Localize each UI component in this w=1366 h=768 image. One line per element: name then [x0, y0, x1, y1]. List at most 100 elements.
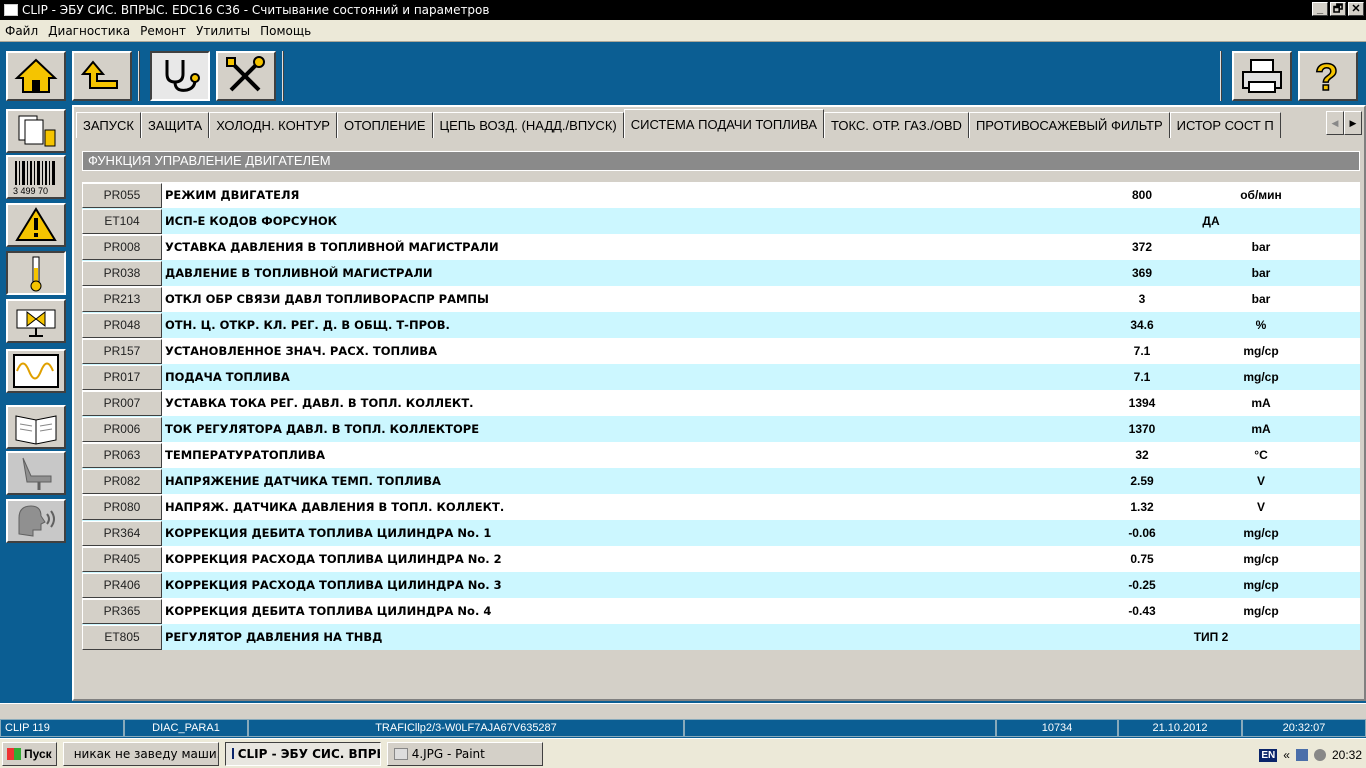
section-title: ФУНКЦИЯ УПРАВЛЕНИЕ ДВИГАТЕЛЕМ	[82, 151, 1360, 171]
faults-button[interactable]	[6, 203, 66, 247]
table-row[interactable]: PR365 КОРРЕКЦИЯ ДЕБИТА ТОПЛИВА ЦИЛИНДРА N…	[82, 598, 1360, 624]
table-row[interactable]: PR007 УСТАВКА ТОКА РЕГ. ДАВЛ. В ТОПЛ. КОЛ…	[82, 390, 1360, 416]
left-panel: 3 499 70	[0, 105, 72, 701]
network-icon[interactable]	[1295, 749, 1308, 761]
parameter-value: 7.1	[1133, 344, 1151, 358]
taskbar-item-label: 4.JPG - Paint	[411, 746, 485, 761]
seat-button[interactable]	[6, 451, 66, 495]
table-row[interactable]: PR048 ОТН. Ц. ОТКР. КЛ. РЕГ. Д. В ОБЩ. Т-…	[82, 312, 1360, 338]
table-row[interactable]: PR038 ДАВЛЕНИЕ В ТОПЛИВНОЙ МАГИСТРАЛИ 369 b…	[82, 260, 1360, 286]
table-row[interactable]: PR405 КОРРЕКЦИЯ РАСХОДА ТОПЛИВА ЦИЛИНДРА …	[82, 546, 1360, 572]
parameter-unit: %	[1255, 318, 1267, 332]
manual-button[interactable]	[6, 405, 66, 449]
parameter-label: КОРРЕКЦИЯ ДЕБИТА ТОПЛИВА ЦИЛИНДРА No. 1	[165, 526, 492, 540]
parameter-code: PR213	[82, 286, 162, 312]
table-row[interactable]: PR017 ПОДАЧА ТОПЛИВА 7.1 mg/cp	[82, 364, 1360, 390]
tab-air-circuit[interactable]: ЦЕПЬ ВОЗД. (НАДД./ВПУСК)	[432, 112, 624, 138]
tab-heating[interactable]: ОТОПЛЕНИЕ	[336, 112, 433, 138]
tab-scroll-left-button[interactable]: ◀	[1326, 111, 1344, 135]
status-counter: 10734	[996, 719, 1118, 737]
start-button[interactable]: Пуск	[2, 741, 57, 766]
parameter-label: ОТКЛ ОБР СВЯЗИ ДАВЛ ТОПЛИВОРАСПР РАМПЫ	[165, 292, 489, 306]
tab-label: СИСТЕМА ПОДАЧИ ТОПЛИВА	[630, 116, 817, 132]
voice-button[interactable]	[6, 499, 66, 543]
table-row[interactable]: PR406 КОРРЕКЦИЯ РАСХОДА ТОПЛИВА ЦИЛИНДРА …	[82, 572, 1360, 598]
table-row[interactable]: PR008 УСТАВКА ДАВЛЕНИЯ В ТОПЛИВНОЙ МАГИСТ…	[82, 234, 1360, 260]
table-row[interactable]: PR006 ТОК РЕГУЛЯТОРА ДАВЛ. В ТОПЛ. КОЛЛЕК…	[82, 416, 1360, 442]
window-title: CLIP - ЭБУ СИС. ВПРЫС. EDC16 C36 - Считы…	[22, 3, 490, 17]
app-icon	[4, 4, 18, 16]
tab-scroll-right-button[interactable]: ▶	[1344, 111, 1362, 135]
menu-help[interactable]: Помощь	[255, 24, 316, 38]
tray-expand-button[interactable]: «	[1283, 748, 1290, 762]
parameter-code: PR007	[82, 390, 162, 416]
table-row[interactable]: PR364 КОРРЕКЦИЯ ДЕБИТА ТОПЛИВА ЦИЛИНДРА N…	[82, 520, 1360, 546]
parameter-code: PR080	[82, 494, 162, 520]
parameter-label: КОРРЕКЦИЯ РАСХОДА ТОПЛИВА ЦИЛИНДРА No. 2	[165, 552, 502, 566]
table-row[interactable]: PR055 РЕЖИМ ДВИГАТЕЛЯ 800 об/мин	[82, 182, 1360, 208]
print-button[interactable]	[1232, 51, 1292, 101]
measurements-button[interactable]	[6, 349, 66, 393]
table-row[interactable]: PR213 ОТКЛ ОБР СВЯЗИ ДАВЛ ТОПЛИВОРАСПР РА…	[82, 286, 1360, 312]
tab-protection[interactable]: ЗАЩИТА	[140, 112, 210, 138]
parameter-value: 3	[1138, 292, 1146, 306]
status-bar: CLIP 119 DIAC_PARA1 TRAFICllp2/3-W0LF7AJ…	[0, 719, 1366, 737]
taskbar-item-paint[interactable]: 4.JPG - Paint	[386, 741, 543, 766]
book-icon	[15, 415, 57, 445]
svg-text:?: ?	[1315, 57, 1338, 96]
menu-repair[interactable]: Ремонт	[135, 24, 191, 38]
parameter-value: 1394	[1128, 396, 1156, 410]
tab-fuel-system[interactable]: СИСТЕМА ПОДАЧИ ТОПЛИВА	[623, 109, 824, 138]
parameters-button[interactable]	[6, 251, 66, 295]
back-button[interactable]	[72, 51, 132, 101]
repair-tools-button[interactable]	[216, 51, 276, 101]
table-row[interactable]: PR157 УСТАНОВЛЕННОЕ ЗНАЧ. РАСХ. ТОПЛИВА 7.…	[82, 338, 1360, 364]
parameter-code: PR405	[82, 546, 162, 572]
help-button[interactable]: ?	[1298, 51, 1358, 101]
menu-file[interactable]: Файл	[0, 24, 43, 38]
parameter-unit: mA	[1251, 422, 1271, 436]
parameter-label: КОРРЕКЦИЯ РАСХОДА ТОПЛИВА ЦИЛИНДРА No. 3	[165, 578, 502, 592]
diagnostics-button[interactable]	[150, 51, 210, 101]
home-button[interactable]	[6, 51, 66, 101]
table-row[interactable]: ET104 ИСП-Е КОДОВ ФОРСУНОК ДА	[82, 208, 1360, 234]
language-indicator[interactable]: EN	[1259, 748, 1278, 762]
table-row[interactable]: PR063 ТЕМПЕРАТУРАТОПЛИВА 32 °C	[82, 442, 1360, 468]
taskbar-item-clip[interactable]: CLIP - ЭБУ СИС. ВПРЫ...	[224, 741, 381, 766]
table-row[interactable]: PR082 НАПРЯЖЕНИЕ ДАТЧИКА ТЕМП. ТОПЛИВА 2.5…	[82, 468, 1360, 494]
tab-cooling[interactable]: ХОЛОДН. КОНТУР	[209, 112, 337, 138]
tab-exhaust-obd[interactable]: ТОКС. ОТР. ГАЗ./OBD	[824, 112, 969, 138]
start-label: Пуск	[24, 746, 52, 761]
tab-history[interactable]: ИСТОР СОСТ П	[1169, 112, 1281, 138]
tab-label: ЦЕПЬ ВОЗД. (НАДД./ВПУСК)	[439, 118, 617, 133]
title-bar: CLIP - ЭБУ СИС. ВПРЫС. EDC16 C36 - Считы…	[0, 0, 1366, 20]
parameter-value: 1.32	[1130, 500, 1154, 514]
restore-button[interactable]: 🗗	[1330, 2, 1346, 16]
seat-icon	[22, 457, 52, 490]
parameter-unit: mg/cp	[1243, 526, 1279, 540]
taskbar-item-browser[interactable]: никак не заведу маши...	[62, 741, 219, 766]
clock[interactable]: 20:32	[1332, 748, 1362, 762]
status-empty	[684, 719, 996, 737]
parameter-value: 34.6	[1130, 318, 1154, 332]
message-bar	[0, 703, 1366, 719]
table-row[interactable]: ET805 РЕГУЛЯТОР ДАВЛЕНИЯ НА ТНВД ТИП 2	[82, 624, 1360, 650]
parameter-label: ДАВЛЕНИЕ В ТОПЛИВНОЙ МАГИСТРАЛИ	[165, 266, 433, 280]
taskbar-item-label: никак не заведу маши...	[73, 746, 219, 761]
help-icon: ?	[1314, 56, 1339, 96]
tab-startup[interactable]: ЗАПУСК	[76, 112, 141, 138]
parameter-unit: mg/cp	[1243, 344, 1279, 358]
vin-barcode-button[interactable]: 3 499 70	[6, 155, 66, 199]
menu-utilities[interactable]: Утилиты	[191, 24, 255, 38]
table-row[interactable]: PR080 НАПРЯЖ. ДАТЧИКА ДАВЛЕНИЯ В ТОПЛ. КО…	[82, 494, 1360, 520]
volume-icon[interactable]	[1313, 749, 1326, 761]
oscilloscope-icon	[13, 354, 59, 388]
warning-icon	[15, 207, 57, 241]
close-button[interactable]: ✕	[1348, 2, 1364, 16]
documents-button[interactable]	[6, 109, 66, 153]
parameter-unit: bar	[1251, 292, 1271, 306]
minimize-button[interactable]: _	[1312, 2, 1328, 16]
tab-particulate-filter[interactable]: ПРОТИВОСАЖЕВЫЙ ФИЛЬТР	[968, 112, 1170, 138]
menu-diagnostics[interactable]: Диагностика	[43, 24, 135, 38]
actuators-button[interactable]	[6, 299, 66, 343]
